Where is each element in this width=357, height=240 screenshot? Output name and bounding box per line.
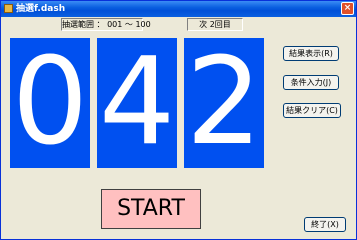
- close-button[interactable]: ×: [341, 2, 354, 15]
- window-title: 抽選f.dash: [16, 4, 66, 14]
- app-window: 抽選f.dash × 抽選範囲 ： 001 ～ 100 次 2回目 0 4 2 …: [0, 0, 357, 240]
- digit-hundreds: 0: [10, 33, 90, 172]
- start-button[interactable]: START: [101, 189, 201, 229]
- digit-ones: 2: [184, 33, 264, 172]
- lottery-range-display: 抽選範囲 ： 001 ～ 100: [61, 18, 151, 31]
- show-results-button[interactable]: 結果表示(R): [283, 46, 339, 61]
- app-icon: [4, 4, 13, 13]
- digit-tens: 4: [97, 33, 177, 172]
- clear-results-button[interactable]: 結果クリア(C): [283, 103, 341, 118]
- exit-button[interactable]: 終了(X): [304, 217, 346, 232]
- next-round-display: 次 2回目: [187, 18, 243, 31]
- title-bar[interactable]: 抽選f.dash ×: [1, 1, 356, 17]
- input-conditions-button[interactable]: 条件入力(J): [283, 75, 339, 90]
